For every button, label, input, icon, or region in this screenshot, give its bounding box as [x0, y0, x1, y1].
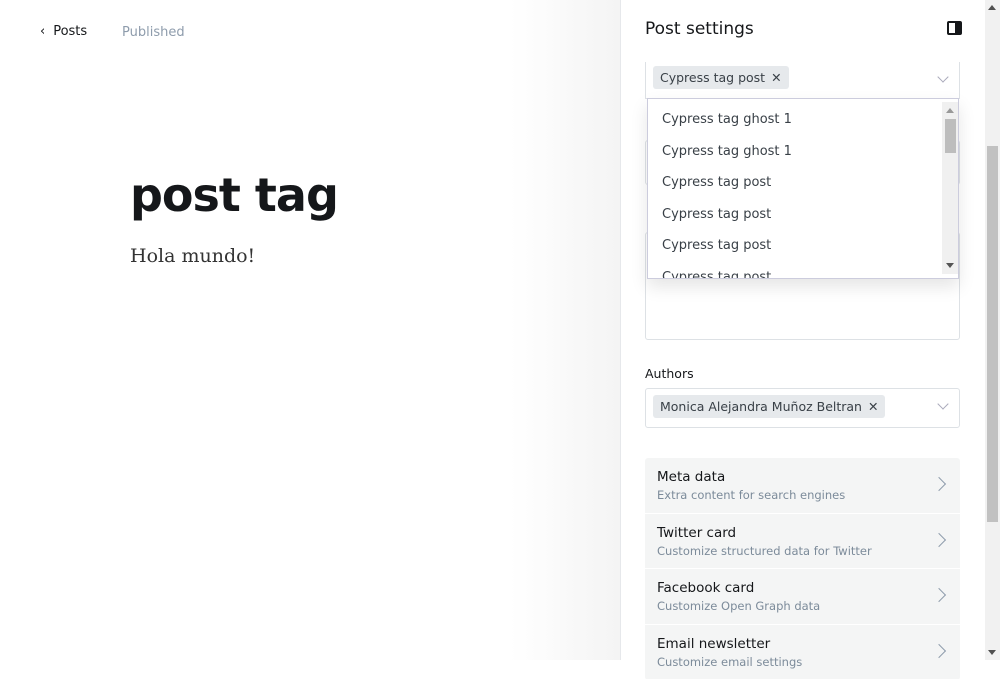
- menu-item-meta-data[interactable]: Meta data Extra content for search engin…: [645, 458, 960, 514]
- dropdown-scrollbar[interactable]: [942, 102, 958, 274]
- dropdown-option[interactable]: Cypress tag ghost 1: [648, 136, 958, 168]
- scroll-up-icon[interactable]: [946, 108, 954, 113]
- author-chip: Monica Alejandra Muñoz Beltran ✕: [653, 395, 885, 418]
- post-title[interactable]: post tag: [130, 168, 338, 222]
- menu-item-title: Facebook card: [657, 580, 948, 596]
- dropdown-option[interactable]: Cypress tag post: [648, 167, 958, 199]
- dropdown-option[interactable]: Cypress tag post: [648, 230, 958, 262]
- menu-item-facebook-card[interactable]: Facebook card Customize Open Graph data: [645, 569, 960, 625]
- tags-input[interactable]: Cypress tag post ✕: [645, 62, 960, 99]
- tag-chip-label: Cypress tag post: [660, 70, 765, 85]
- menu-item-title: Meta data: [657, 469, 948, 485]
- chevron-left-icon: ‹: [40, 24, 45, 39]
- toggle-sidebar-icon[interactable]: [947, 21, 962, 35]
- dropdown-option[interactable]: Cypress tag ghost 1: [648, 104, 958, 136]
- post-body[interactable]: Hola mundo!: [130, 245, 255, 267]
- menu-item-subtitle: Extra content for search engines: [657, 488, 948, 502]
- scroll-down-icon[interactable]: [946, 263, 954, 268]
- panel-title: Post settings: [645, 19, 754, 39]
- menu-item-title: Email newsletter: [657, 636, 948, 652]
- dropdown-scroll-thumb[interactable]: [945, 119, 956, 153]
- back-to-posts-link[interactable]: ‹ Posts: [40, 24, 87, 39]
- authors-label: Authors: [645, 366, 694, 381]
- page-scroll-thumb[interactable]: [987, 146, 998, 522]
- post-status: Published: [122, 25, 185, 40]
- author-chip-label: Monica Alejandra Muñoz Beltran: [660, 399, 862, 414]
- menu-item-subtitle: Customize structured data for Twitter: [657, 544, 948, 558]
- tags-dropdown: Cypress tag ghost 1 Cypress tag ghost 1 …: [647, 98, 959, 279]
- remove-author-icon[interactable]: ✕: [868, 399, 878, 414]
- scroll-down-icon[interactable]: [988, 650, 996, 655]
- back-label: Posts: [53, 24, 87, 39]
- authors-input[interactable]: Monica Alejandra Muñoz Beltran ✕: [645, 388, 960, 428]
- editor-area: ‹ Posts Published post tag Hola mundo!: [0, 0, 620, 660]
- menu-item-twitter-card[interactable]: Twitter card Customize structured data f…: [645, 514, 960, 570]
- remove-tag-icon[interactable]: ✕: [771, 70, 781, 85]
- menu-item-email-newsletter[interactable]: Email newsletter Customize email setting…: [645, 625, 960, 680]
- menu-item-subtitle: Customize Open Graph data: [657, 599, 948, 613]
- chevron-down-icon[interactable]: [937, 71, 948, 82]
- chevron-down-icon[interactable]: [937, 398, 948, 409]
- settings-menu: Meta data Extra content for search engin…: [645, 458, 960, 680]
- dropdown-option[interactable]: Cypress tag post: [648, 199, 958, 231]
- scroll-up-icon[interactable]: [988, 5, 996, 10]
- menu-item-subtitle: Customize email settings: [657, 655, 948, 669]
- post-settings-panel: Post settings Cypress tag post ✕ Cypress…: [620, 0, 985, 660]
- tag-chip: Cypress tag post ✕: [653, 66, 789, 89]
- menu-item-title: Twitter card: [657, 525, 948, 541]
- page-scrollbar[interactable]: [985, 0, 1000, 660]
- dropdown-option[interactable]: Cypress tag post: [648, 262, 958, 280]
